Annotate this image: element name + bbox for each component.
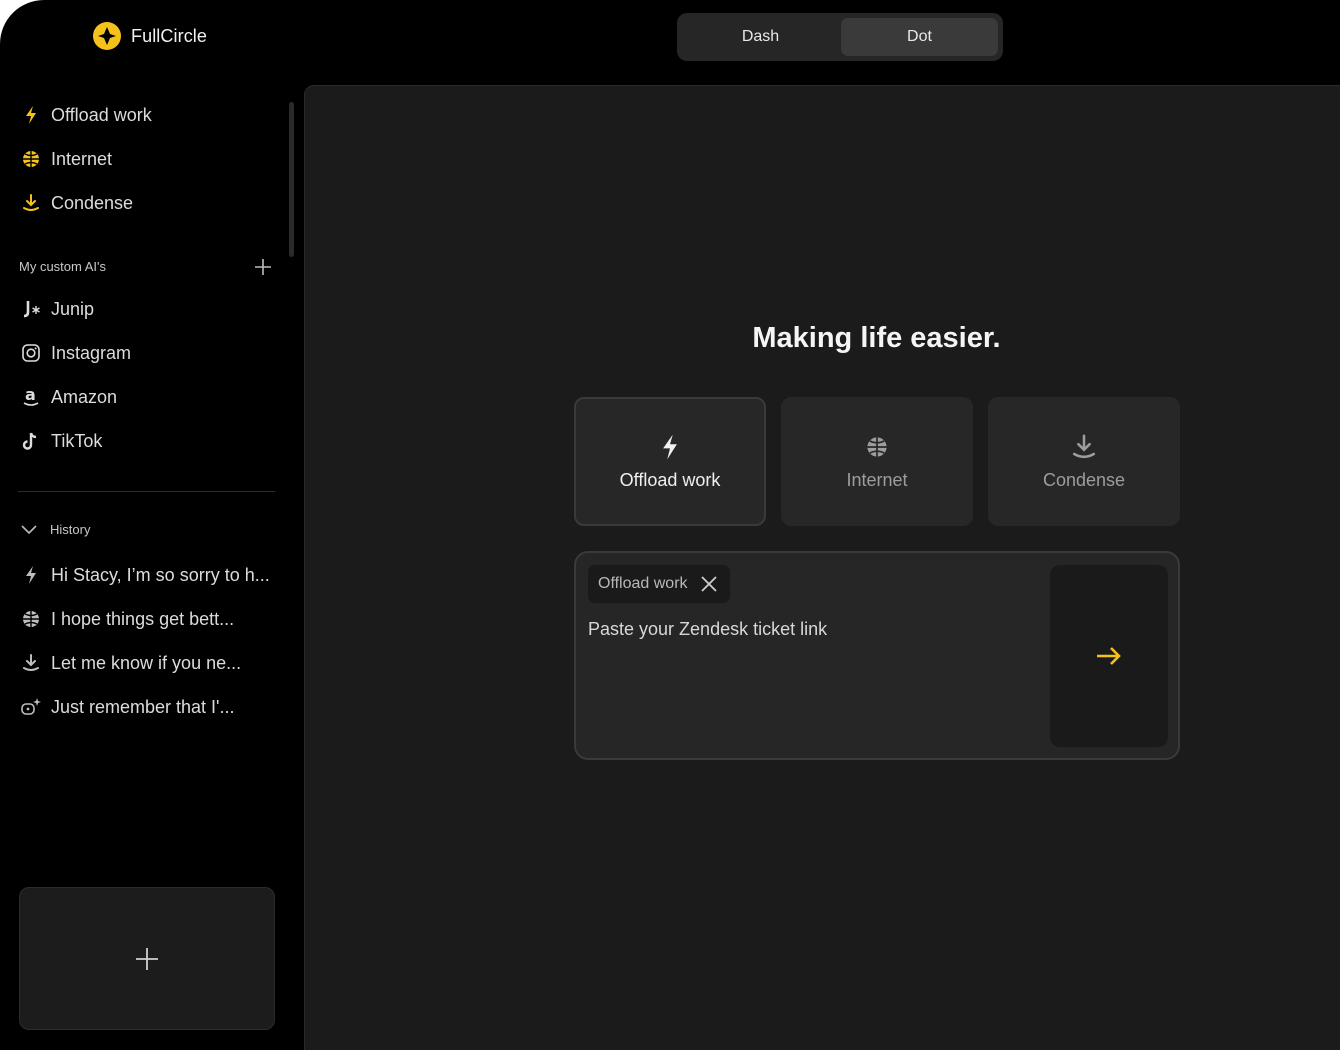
lightning-icon xyxy=(20,104,42,126)
sidebar-scrollbar[interactable] xyxy=(289,102,294,257)
download-icon xyxy=(1069,432,1099,462)
toggle-dash[interactable]: Dash xyxy=(682,18,839,56)
new-chat-button[interactable] xyxy=(19,887,275,1030)
sidebar-item-internet[interactable]: Internet xyxy=(20,145,112,173)
lightning-icon xyxy=(659,432,681,462)
selected-mode-chip: Offload work xyxy=(588,565,730,603)
app-name: FullCircle xyxy=(131,25,208,46)
sidebar-item-amazon[interactable]: a Amazon xyxy=(20,383,117,411)
send-button[interactable] xyxy=(1050,565,1168,747)
app-logo[interactable]: FullCircle xyxy=(93,22,207,50)
sidebar-divider xyxy=(18,491,275,492)
custom-ais-heading: My custom AI's xyxy=(19,259,107,274)
globe-icon xyxy=(865,432,889,462)
sidebar-item-offload-work[interactable]: Offload work xyxy=(20,101,152,129)
globe-icon xyxy=(20,608,42,630)
arrow-right-icon xyxy=(1097,647,1121,665)
download-icon xyxy=(20,192,42,214)
sidebar-item-junip[interactable]: Junip xyxy=(20,295,94,323)
sidebar-item-tiktok[interactable]: TikTok xyxy=(20,427,102,455)
close-icon[interactable] xyxy=(700,575,718,593)
view-toggle: Dash Dot xyxy=(677,13,1003,61)
download-icon xyxy=(20,652,42,674)
tiktok-icon xyxy=(20,430,42,452)
amazon-icon: a xyxy=(20,386,42,408)
sidebar-item-condense[interactable]: Condense xyxy=(20,189,133,217)
toggle-dot[interactable]: Dot xyxy=(841,18,998,56)
mode-internet[interactable]: Internet xyxy=(781,397,973,526)
lightning-icon xyxy=(20,564,42,586)
history-item[interactable]: Hi Stacy, I’m so sorry to h... xyxy=(20,561,270,589)
history-item[interactable]: Let me know if you ne... xyxy=(20,649,241,677)
plus-icon xyxy=(255,259,271,275)
mode-offload-work[interactable]: Offload work xyxy=(574,397,766,526)
prompt-input[interactable]: Paste your Zendesk ticket link xyxy=(588,619,827,640)
history-item[interactable]: I hope things get bett... xyxy=(20,605,234,633)
mode-condense[interactable]: Condense xyxy=(988,397,1180,526)
svg-text:a: a xyxy=(25,386,36,404)
chevron-down-icon xyxy=(21,524,37,534)
custom-ai-icon xyxy=(20,696,42,718)
page-title: Making life easier. xyxy=(752,322,1001,354)
composer: Offload work Paste your Zendesk ticket l… xyxy=(574,551,1180,760)
plus-icon xyxy=(136,947,158,970)
app-window: FullCircle Dash Dot Offload work Interne… xyxy=(0,0,1340,1050)
junip-logo-icon xyxy=(20,298,42,320)
sidebar: Offload work Internet Condense My custom… xyxy=(0,92,300,1050)
fullcircle-logo-icon xyxy=(93,22,121,50)
history-toggle[interactable]: History xyxy=(20,522,90,537)
history-item[interactable]: Just remember that I'... xyxy=(20,693,235,721)
add-custom-ai-button[interactable] xyxy=(252,256,274,278)
globe-icon xyxy=(20,148,42,170)
